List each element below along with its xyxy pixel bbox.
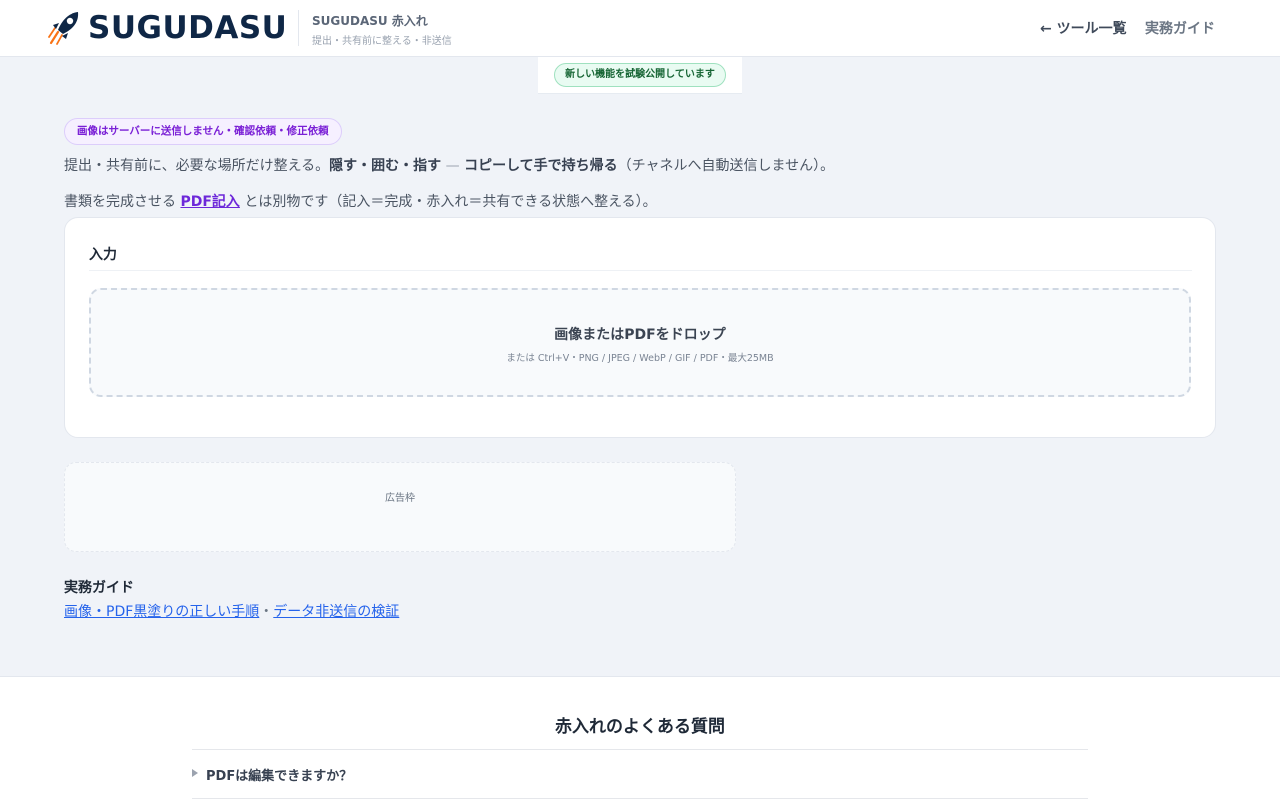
file-dropzone[interactable]: 画像またはPDFをドロップ または Ctrl+V・PNG / JPEG / We… xyxy=(89,288,1191,397)
notice-banner: 新しい機能を試験公開しています xyxy=(538,57,742,94)
tool-description: 提出・共有前に整える・非送信 xyxy=(312,36,452,47)
ad-label: 広告枠 xyxy=(385,493,415,504)
lead2-prefix: 書類を完成させる xyxy=(64,194,181,210)
lead-dash: — xyxy=(441,158,465,174)
guide-link-verification[interactable]: データ非送信の検証 xyxy=(273,604,399,620)
notice-pill: 新しい機能を試験公開しています xyxy=(554,63,726,87)
brand-name: SUGUDASU xyxy=(88,10,288,46)
tool-name: SUGUDASU 赤入れ xyxy=(312,14,428,28)
dropzone-hint: または Ctrl+V・PNG / JPEG / WebP / GIF / PDF… xyxy=(506,353,774,364)
faq-question: PDFは編集できますか？ xyxy=(206,769,353,784)
lead-text: 提出・共有前に、必要な場所だけ整える。隠す・囲む・指す — コピーして手で持ち帰… xyxy=(64,155,834,175)
faq-divider xyxy=(192,798,1088,799)
lead-prefix: 提出・共有前に、必要な場所だけ整える。 xyxy=(64,158,330,174)
nav-tool-list-link[interactable]: ← ツール一覧 xyxy=(1040,18,1127,38)
privacy-badge: 画像はサーバーに送信しません・確認依頼・修正依頼 xyxy=(64,118,342,145)
lead2-suffix: とは別物です（記入＝完成・赤入れ＝共有できる状態へ整える）。 xyxy=(239,194,657,210)
triangle-right-icon xyxy=(192,769,198,777)
lead-text-2: 書類を完成させる PDF記入 とは別物です（記入＝完成・赤入れ＝共有できる状態へ… xyxy=(64,191,657,211)
faq-title: 赤入れのよくある質問 xyxy=(555,717,725,737)
guide-links: 画像・PDF黒塗りの正しい手順・データ非送信の検証 xyxy=(64,601,399,621)
card-divider xyxy=(89,270,1192,271)
input-card: 入力 画像またはPDFをドロップ または Ctrl+V・PNG / JPEG /… xyxy=(64,217,1216,438)
input-card-title: 入力 xyxy=(89,247,117,263)
dropzone-title: 画像またはPDFをドロップ xyxy=(554,327,726,343)
pdf-fill-link[interactable]: PDF記入 xyxy=(180,194,239,210)
guide-separator: ・ xyxy=(259,604,274,620)
guide-title: 実務ガイド xyxy=(64,580,134,596)
logo-link[interactable]: SUGUDASU xyxy=(48,9,287,47)
faq-item[interactable]: PDFは編集できますか？ xyxy=(192,750,1088,799)
lead-bold-actions: 隠す・囲む・指す xyxy=(329,158,442,174)
ad-slot: 広告枠 xyxy=(64,462,736,552)
site-header: SUGUDASU SUGUDASU 赤入れ 提出・共有前に整える・非送信 ← ツ… xyxy=(0,0,1280,57)
lead-bold-copy: コピーして手で持ち帰る xyxy=(464,158,618,174)
lead-suffix: （チャネルへ自動送信しません）。 xyxy=(617,158,835,174)
header-divider xyxy=(298,10,299,46)
nav-guide-link[interactable]: 実務ガイド xyxy=(1145,18,1215,38)
guide-link-redaction[interactable]: 画像・PDF黒塗りの正しい手順 xyxy=(64,604,259,620)
faq-section: 赤入れのよくある質問 PDFは編集できますか？ xyxy=(0,676,1280,800)
rocket-icon xyxy=(48,12,79,45)
